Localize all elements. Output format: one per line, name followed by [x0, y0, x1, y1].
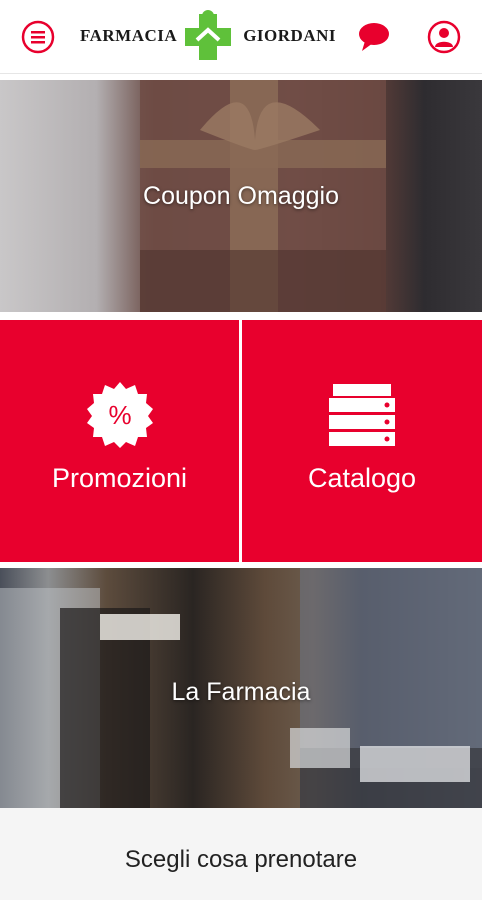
la-farmacia-tile[interactable]: La Farmacia — [0, 568, 482, 808]
chat-icon — [359, 23, 389, 51]
coupon-label: Coupon Omaggio — [143, 182, 339, 210]
promozioni-tile[interactable]: % Promozioni — [0, 320, 239, 562]
app-header: FARMACIA GIORDANI — [0, 0, 482, 74]
catalogo-label: Catalogo — [307, 463, 417, 493]
menu-icon — [21, 20, 55, 54]
menu-button[interactable] — [20, 19, 56, 55]
logo-text-right: GIORDANI — [243, 26, 336, 45]
pharmacy-logo: FARMACIA GIORDANI — [80, 8, 336, 66]
svg-text:%: % — [108, 400, 131, 430]
farmacia-label: La Farmacia — [171, 678, 311, 706]
catalogo-tile[interactable]: Catalogo — [242, 320, 482, 562]
user-button[interactable] — [426, 19, 462, 55]
prenota-label: Scegli cosa prenotare — [124, 846, 358, 873]
catalog-drawers-icon — [329, 384, 395, 446]
chat-button[interactable] — [356, 19, 392, 55]
user-icon — [427, 20, 461, 54]
percent-badge-icon: % — [86, 382, 153, 448]
promozioni-label: Promozioni — [51, 463, 188, 493]
green-cross-logo-icon — [185, 10, 231, 60]
coupon-tile[interactable]: Coupon Omaggio — [0, 80, 482, 312]
logo-text-left: FARMACIA — [80, 26, 178, 45]
prenota-bar[interactable]: Scegli cosa prenotare — [0, 808, 482, 900]
